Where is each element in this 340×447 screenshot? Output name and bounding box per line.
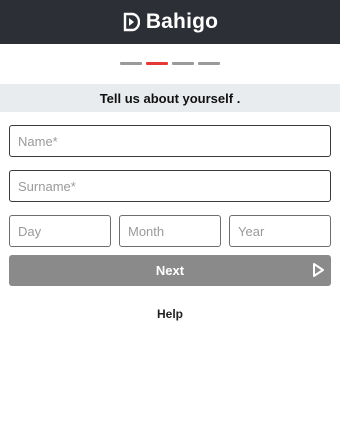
play-arrow-icon <box>313 263 324 277</box>
surname-input[interactable] <box>9 170 331 202</box>
help-link[interactable]: Help <box>0 307 340 321</box>
section-banner: Tell us about yourself . <box>0 84 340 112</box>
step-indicator <box>120 62 220 65</box>
bahigo-logo-icon <box>123 12 140 32</box>
brand-logo[interactable]: Bahigo <box>122 10 218 34</box>
month-input[interactable] <box>119 215 221 247</box>
step-1 <box>120 62 142 65</box>
step-3 <box>172 62 194 65</box>
banner-title: Tell us about yourself . <box>99 90 241 106</box>
next-button-label: Next <box>155 263 185 278</box>
step-4 <box>198 62 220 65</box>
top-bar: Bahigo <box>0 0 340 44</box>
name-input[interactable] <box>9 125 331 157</box>
day-input[interactable] <box>9 215 111 247</box>
next-button[interactable]: Next <box>9 255 331 286</box>
brand-name: Bahigo <box>145 10 219 33</box>
year-input[interactable] <box>229 215 331 247</box>
step-2-current <box>146 62 168 65</box>
